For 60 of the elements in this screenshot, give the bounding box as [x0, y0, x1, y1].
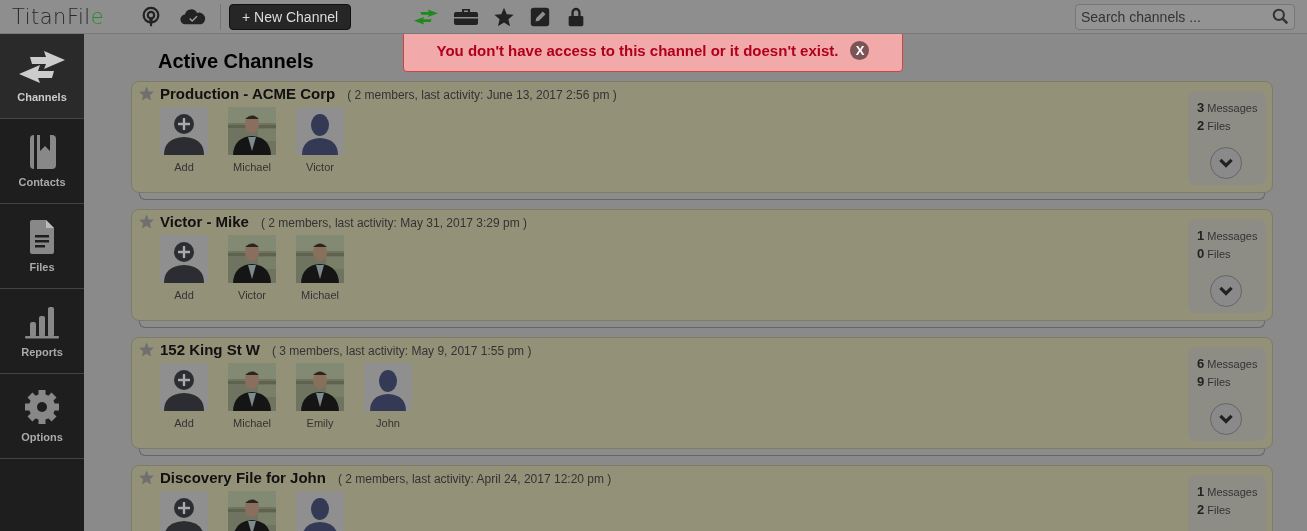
channel-meta: ( 2 members, last activity: June 13, 2017 2:56 pm )	[347, 88, 617, 102]
sidebar-item[interactable]: Options	[0, 374, 84, 459]
logo: TitanFile	[12, 4, 106, 29]
star-icon[interactable]	[138, 85, 155, 102]
channel-name[interactable]: Discovery File for John	[160, 469, 326, 486]
add-member-icon[interactable]	[160, 235, 208, 283]
channel-meta: ( 2 members, last activity: April 24, 2017 12:20 pm )	[337, 472, 612, 486]
search-field[interactable]: Search channels ...	[1075, 3, 1295, 30]
file-count: 2 Files	[1197, 501, 1232, 519]
member-name: John	[376, 417, 400, 429]
broadcast-icon[interactable]	[140, 5, 162, 28]
add-member-icon[interactable]	[160, 107, 208, 155]
member-name: Michael	[301, 289, 339, 301]
star-icon[interactable]	[138, 213, 155, 230]
file-count: 2 Files	[1197, 117, 1232, 135]
expand-button[interactable]	[1210, 403, 1242, 435]
member-name: Victor	[238, 289, 266, 301]
sidebar-item[interactable]: Channels	[0, 34, 84, 119]
sidebar-label: Reports	[21, 346, 63, 358]
member-name: Add	[174, 289, 194, 301]
channel-name[interactable]: Production - ACME Corp	[160, 85, 336, 102]
sidebar-label: Files	[29, 261, 55, 273]
member-name: Emily	[306, 417, 334, 429]
member-name: Michael	[233, 417, 271, 429]
swap-arrows-icon	[18, 49, 66, 85]
alert-message: You don't have access to this channel or it doesn't exist.	[436, 42, 839, 59]
add-member-icon[interactable]	[160, 363, 208, 411]
message-count: 1 Messages	[1197, 483, 1259, 501]
edit-icon[interactable]	[529, 5, 552, 28]
star-icon[interactable]	[138, 341, 155, 358]
member-name: Add	[174, 161, 194, 173]
avatar-silhouette-icon[interactable]	[364, 363, 412, 411]
channel-meta: ( 3 members, last activity: May 9, 2017 1:55 pm )	[272, 344, 532, 358]
close-button[interactable]: X	[850, 41, 870, 60]
expand-button[interactable]	[1210, 147, 1242, 179]
star-icon[interactable]	[138, 469, 155, 486]
file-count: 0 Files	[1197, 245, 1232, 263]
channel-meta: ( 2 members, last activity: May 31, 2017 3:29 pm )	[260, 216, 528, 230]
sidebar-item[interactable]: Contacts	[0, 119, 84, 204]
avatar-silhouette-icon[interactable]	[296, 491, 344, 531]
message-count: 6 Messages	[1197, 355, 1259, 373]
page-title: Active Channels	[158, 50, 314, 73]
sidebar-label: Channels	[17, 91, 67, 103]
sidebar-label: Options	[21, 431, 63, 443]
sidebar-item[interactable]: Reports	[0, 289, 84, 374]
member-name: Add	[174, 417, 194, 429]
new-channel-button[interactable]: + New Channel	[229, 3, 352, 30]
add-member-icon[interactable]	[160, 491, 208, 531]
file-count: 9 Files	[1197, 373, 1232, 391]
sidebar-label: Contacts	[18, 176, 66, 188]
search-icon[interactable]	[1272, 7, 1289, 25]
member-name: Victor	[306, 161, 334, 173]
message-count: 3 Messages	[1197, 99, 1259, 117]
channel-name[interactable]: Victor - Mike	[160, 213, 249, 230]
message-count: 1 Messages	[1197, 227, 1259, 245]
channel-name[interactable]: 152 King St W	[160, 341, 260, 358]
sidebar-item[interactable]: Files	[0, 204, 84, 289]
avatar-silhouette-icon[interactable]	[296, 107, 344, 155]
expand-button[interactable]	[1210, 275, 1242, 307]
member-name: Michael	[233, 161, 271, 173]
